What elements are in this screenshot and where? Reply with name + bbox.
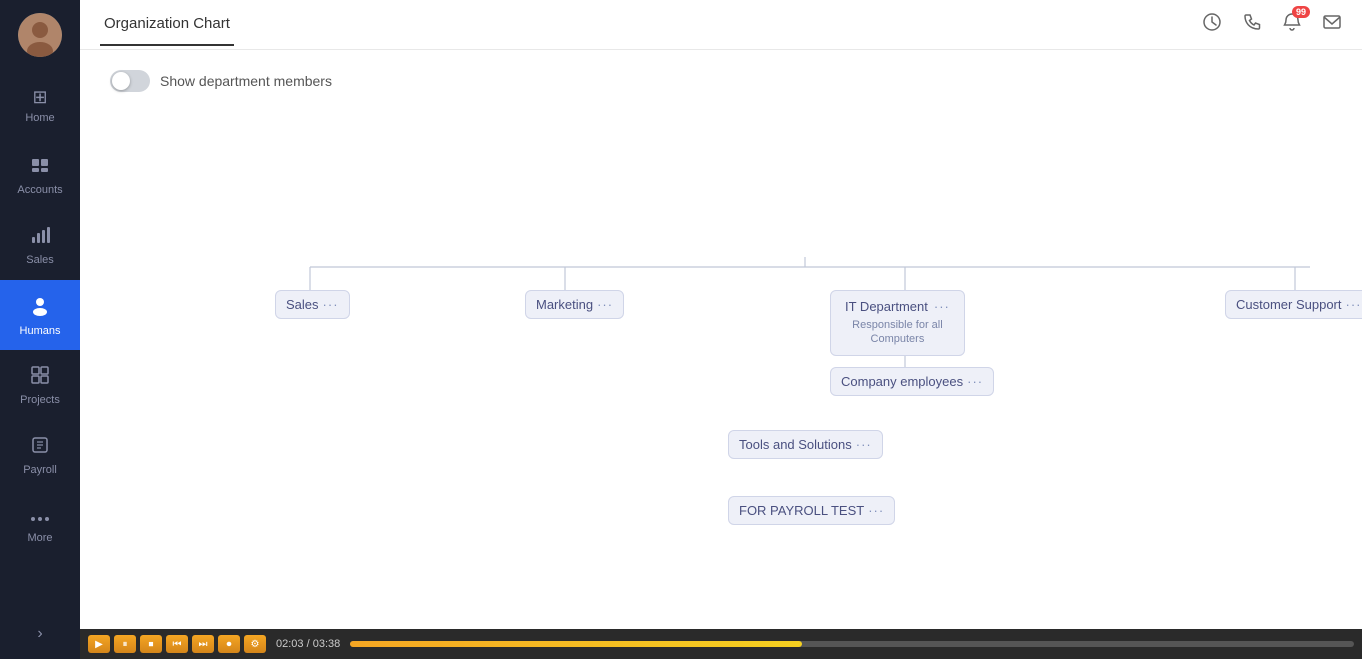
prev-button[interactable]: ⏮ — [166, 635, 188, 653]
sidebar-item-sales[interactable]: Sales — [0, 210, 80, 280]
sidebar-item-humans[interactable]: Humans — [0, 280, 80, 350]
time-display: 02:03 / 03:38 — [276, 638, 340, 650]
notification-bell-icon[interactable]: 99 — [1282, 12, 1302, 37]
sidebar-item-projects[interactable]: Projects — [0, 350, 80, 420]
sidebar-item-more-label: More — [27, 532, 52, 544]
org-node-sales[interactable]: Sales ··· — [275, 290, 350, 319]
humans-icon — [29, 294, 51, 321]
payroll-test-dots[interactable]: ··· — [868, 503, 884, 518]
avatar-wrap — [0, 0, 80, 70]
sidebar-item-humans-label: Humans — [20, 325, 61, 337]
nav-items: ⊞ Home Accounts — [0, 70, 80, 609]
notification-count: 99 — [1292, 6, 1310, 18]
history-icon[interactable] — [1202, 12, 1222, 37]
topbar-left: Organization Chart — [100, 3, 234, 46]
org-node-customer-support[interactable]: Customer Support ··· — [1225, 290, 1362, 319]
tab-organization-chart[interactable]: Organization Chart — [100, 15, 234, 46]
sidebar-item-home-label: Home — [25, 112, 54, 124]
toggle-label: Show department members — [160, 73, 332, 89]
sidebar-item-projects-label: Projects — [20, 394, 60, 406]
sales-icon — [30, 225, 50, 250]
sidebar-item-sales-label: Sales — [26, 254, 54, 266]
org-node-company-employees[interactable]: Company employees ··· — [830, 367, 994, 396]
tools-solutions-dots[interactable]: ··· — [856, 437, 872, 452]
time-left: 02:03 — [276, 638, 304, 650]
sidebar-expand-button[interactable]: › — [0, 609, 80, 659]
more-icon — [30, 507, 50, 528]
org-node-payroll-test[interactable]: FOR PAYROLL TEST ··· — [728, 496, 895, 525]
content-area: Show department members — [80, 50, 1362, 629]
avatar[interactable] — [18, 13, 62, 57]
marketing-node-dots[interactable]: ··· — [597, 297, 613, 312]
it-dept-dots[interactable]: ··· — [934, 299, 950, 314]
org-node-it-dept[interactable]: IT Department ··· Responsible for allCom… — [830, 290, 965, 356]
expand-icon: › — [37, 625, 42, 643]
payroll-icon — [30, 435, 50, 460]
sales-node-dots[interactable]: ··· — [323, 297, 339, 312]
play-button[interactable]: ▶ — [88, 635, 110, 653]
sales-node-label: Sales — [286, 297, 319, 312]
topbar-right: 99 — [1202, 12, 1342, 37]
sidebar-item-more[interactable]: More — [0, 490, 80, 560]
org-chart: Sales ··· Marketing ··· IT Department ··… — [110, 112, 1332, 512]
it-dept-sub: Responsible for allComputers — [852, 318, 943, 347]
sidebar: ⊞ Home Accounts — [0, 0, 80, 659]
settings-button[interactable]: ⚙ — [244, 635, 266, 653]
company-employees-label: Company employees — [841, 374, 963, 389]
bottom-bar: ▶ ⏸ ⏹ ⏮ ⏭ ⏺ ⚙ 02:03 / 03:38 — [80, 629, 1362, 659]
time-right: 03:38 — [313, 638, 341, 650]
toggle-knob — [112, 72, 130, 90]
sidebar-item-accounts-label: Accounts — [17, 184, 62, 196]
stop-button[interactable]: ⏹ — [140, 635, 162, 653]
customer-support-dots[interactable]: ··· — [1346, 297, 1362, 312]
phone-icon[interactable] — [1242, 12, 1262, 37]
sidebar-item-home[interactable]: ⊞ Home — [0, 70, 80, 140]
progress-bar[interactable] — [350, 641, 1354, 647]
toggle-row: Show department members — [110, 70, 1332, 92]
it-dept-label: IT Department — [845, 299, 928, 314]
marketing-node-label: Marketing — [536, 297, 593, 312]
main-content: Organization Chart 99 — [80, 0, 1362, 659]
company-employees-dots[interactable]: ··· — [967, 374, 983, 389]
topbar: Organization Chart 99 — [80, 0, 1362, 50]
pause-button[interactable]: ⏸ — [114, 635, 136, 653]
sidebar-item-accounts[interactable]: Accounts — [0, 140, 80, 210]
record-button[interactable]: ⏺ — [218, 635, 240, 653]
payroll-test-label: FOR PAYROLL TEST — [739, 503, 864, 518]
customer-support-label: Customer Support — [1236, 297, 1342, 312]
mail-icon[interactable] — [1322, 12, 1342, 37]
accounts-icon — [30, 155, 50, 180]
sidebar-item-payroll[interactable]: Payroll — [0, 420, 80, 490]
sidebar-item-payroll-label: Payroll — [23, 464, 57, 476]
org-node-marketing[interactable]: Marketing ··· — [525, 290, 624, 319]
projects-icon — [30, 365, 50, 390]
show-members-toggle[interactable] — [110, 70, 150, 92]
tools-solutions-label: Tools and Solutions — [739, 437, 852, 452]
next-button[interactable]: ⏭ — [192, 635, 214, 653]
org-node-tools-solutions[interactable]: Tools and Solutions ··· — [728, 430, 883, 459]
home-icon: ⊞ — [32, 87, 47, 108]
progress-fill — [350, 641, 802, 647]
